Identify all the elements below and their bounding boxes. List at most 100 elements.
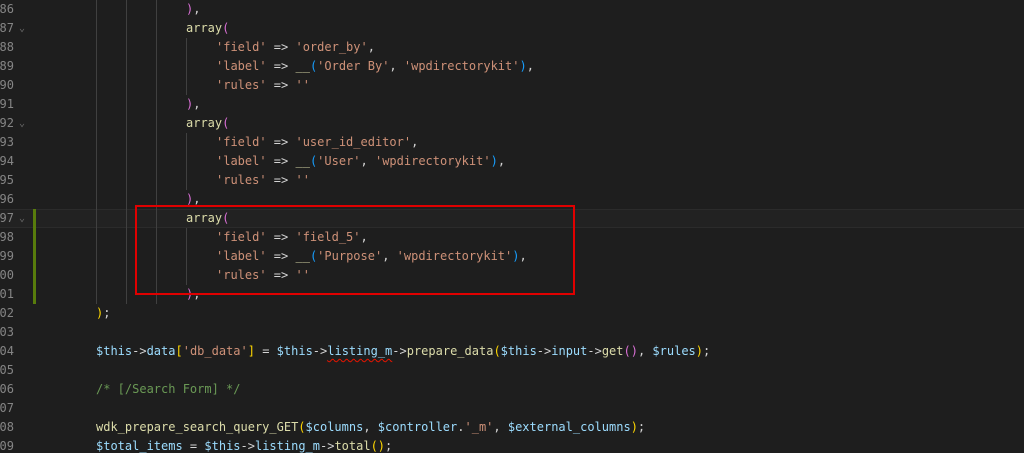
line-number-text: 86	[0, 2, 14, 16]
code-text[interactable]: ),	[186, 0, 200, 19]
indent-guide	[186, 133, 187, 152]
line-number-text: 97	[0, 211, 14, 225]
line-number-text: 91	[0, 97, 14, 111]
code-line[interactable]: 03	[0, 323, 1024, 342]
line-number-text: 05	[0, 363, 14, 377]
code-text[interactable]: $this->data['db_data'] = $this->listing_…	[96, 342, 710, 361]
code-line[interactable]: 02);	[0, 304, 1024, 323]
code-text[interactable]: ),	[186, 285, 200, 304]
code-token: $this	[96, 344, 133, 358]
code-text[interactable]: 'field' => 'order_by',	[216, 38, 375, 57]
code-token: )	[490, 154, 498, 168]
code-token: ,	[193, 2, 201, 16]
code-text[interactable]: 'rules' => ''	[216, 76, 310, 95]
line-number-text: 98	[0, 230, 14, 244]
code-editor[interactable]: 86), 87 ⌄ array(88'field' => 'order_by', 89 '…	[0, 0, 1024, 453]
code-token: $external_columns	[507, 420, 631, 434]
code-line[interactable]: 89 'label' => __('Order By', 'wpdirectory…	[0, 57, 1024, 76]
modified-line-marker	[33, 285, 36, 304]
indent-guide	[186, 76, 187, 95]
code-line[interactable]: 06 /* [/Search Form] */	[0, 380, 1024, 399]
code-line[interactable]: 08 wdk_prepare_search_query_GET($columns,…	[0, 418, 1024, 437]
code-line[interactable]: 94 'label' => __('User', 'wpdirectorykit'…	[0, 152, 1024, 171]
code-token: ;	[703, 344, 711, 358]
code-line[interactable]: 88 'field' => 'order_by',	[0, 38, 1024, 57]
code-text[interactable]: );	[96, 304, 110, 323]
code-text[interactable]: 'field' => 'user_id_editor',	[216, 133, 418, 152]
line-number: 09	[0, 437, 14, 453]
indent-guide	[186, 266, 187, 285]
code-line[interactable]: 92 ⌄ array(	[0, 114, 1024, 133]
line-number-text: 09	[0, 439, 14, 453]
indent-guide	[156, 266, 157, 285]
code-line[interactable]: 04 $this->data['db_data'] = $this->listin…	[0, 342, 1024, 361]
code-token: 'field_5'	[295, 230, 361, 244]
code-text[interactable]: 'field' => 'field_5',	[216, 228, 368, 247]
code-token: prepare_data	[406, 344, 494, 358]
fold-chevron-icon[interactable]: ⌄	[19, 209, 29, 228]
line-number-text: 90	[0, 78, 14, 92]
code-token: $this	[204, 439, 241, 453]
code-token: =>	[266, 59, 296, 73]
code-text[interactable]: wdk_prepare_search_query_GET($columns, $…	[96, 418, 645, 437]
line-number: 05	[0, 361, 14, 380]
indent-guide	[126, 57, 127, 76]
code-token: [	[175, 344, 183, 358]
code-text[interactable]: 'label' => __('Order By', 'wpdirectoryki…	[216, 57, 534, 76]
code-text[interactable]: /* [/Search Form] */	[96, 380, 241, 399]
fold-chevron-icon[interactable]: ⌄	[19, 19, 29, 38]
line-number: 07	[0, 399, 14, 418]
code-line[interactable]: 01),	[0, 285, 1024, 304]
code-text[interactable]: array(	[186, 114, 229, 133]
code-text[interactable]: 'rules' => ''	[216, 266, 310, 285]
code-text[interactable]: 'label' => __('Purpose', 'wpdirectorykit…	[216, 247, 527, 266]
code-line[interactable]: 09 $total_items = $this->listing_m->total…	[0, 437, 1024, 453]
fold-chevron-icon[interactable]: ⌄	[19, 114, 29, 133]
code-line[interactable]: 86),	[0, 0, 1024, 19]
code-token: /* [/Search Form] */	[96, 382, 241, 396]
line-number-text: 01	[0, 287, 14, 301]
code-token: 'wpdirectorykit'	[374, 154, 491, 168]
code-text[interactable]: 'rules' => ''	[216, 171, 310, 190]
line-number: 90	[0, 76, 14, 95]
line-number: 92	[0, 114, 14, 133]
line-number-text: 88	[0, 40, 14, 54]
code-text[interactable]: $total_items = $this->listing_m->total()…	[96, 437, 392, 453]
code-token: array	[186, 211, 223, 225]
code-token: ,	[493, 420, 508, 434]
code-text[interactable]: array(	[186, 19, 229, 38]
code-text[interactable]: 'label' => __('User', 'wpdirectorykit'),	[216, 152, 505, 171]
modified-line-marker	[33, 247, 36, 266]
line-number-text: 96	[0, 192, 14, 206]
code-line[interactable]: 90 'rules' => ''	[0, 76, 1024, 95]
line-number-text: 02	[0, 306, 14, 320]
code-line[interactable]: 91),	[0, 95, 1024, 114]
code-token: 'label'	[216, 249, 267, 263]
indent-guide	[126, 266, 127, 285]
code-line[interactable]: 98 'field' => 'field_5',	[0, 228, 1024, 247]
code-line[interactable]: 93 'field' => 'user_id_editor',	[0, 133, 1024, 152]
code-line[interactable]: 95 'rules' => ''	[0, 171, 1024, 190]
code-text[interactable]: ),	[186, 190, 200, 209]
code-line[interactable]: 05	[0, 361, 1024, 380]
code-line[interactable]: 00 'rules' => ''	[0, 266, 1024, 285]
code-token: ()	[623, 344, 638, 358]
line-number: 98	[0, 228, 14, 247]
code-token: =>	[266, 173, 296, 187]
code-line[interactable]: 96),	[0, 190, 1024, 209]
line-number-text: 99	[0, 249, 14, 263]
indent-guide	[126, 114, 127, 133]
code-token: 'Order By'	[317, 59, 390, 73]
code-token: __	[295, 154, 310, 168]
code-line[interactable]: 07	[0, 399, 1024, 418]
code-text[interactable]: ),	[186, 95, 200, 114]
modified-line-marker	[33, 228, 36, 247]
code-token: $this	[500, 344, 537, 358]
code-line[interactable]: 99 'label' => __('Purpose', 'wpdirectoryk…	[0, 247, 1024, 266]
code-line[interactable]: 87 ⌄ array(	[0, 19, 1024, 38]
line-number: 89	[0, 57, 14, 76]
code-line[interactable]: 97 ⌄ array(	[0, 209, 1024, 228]
code-text[interactable]: array(	[186, 209, 229, 228]
indent-guide	[126, 209, 127, 228]
code-token: $this	[276, 344, 313, 358]
